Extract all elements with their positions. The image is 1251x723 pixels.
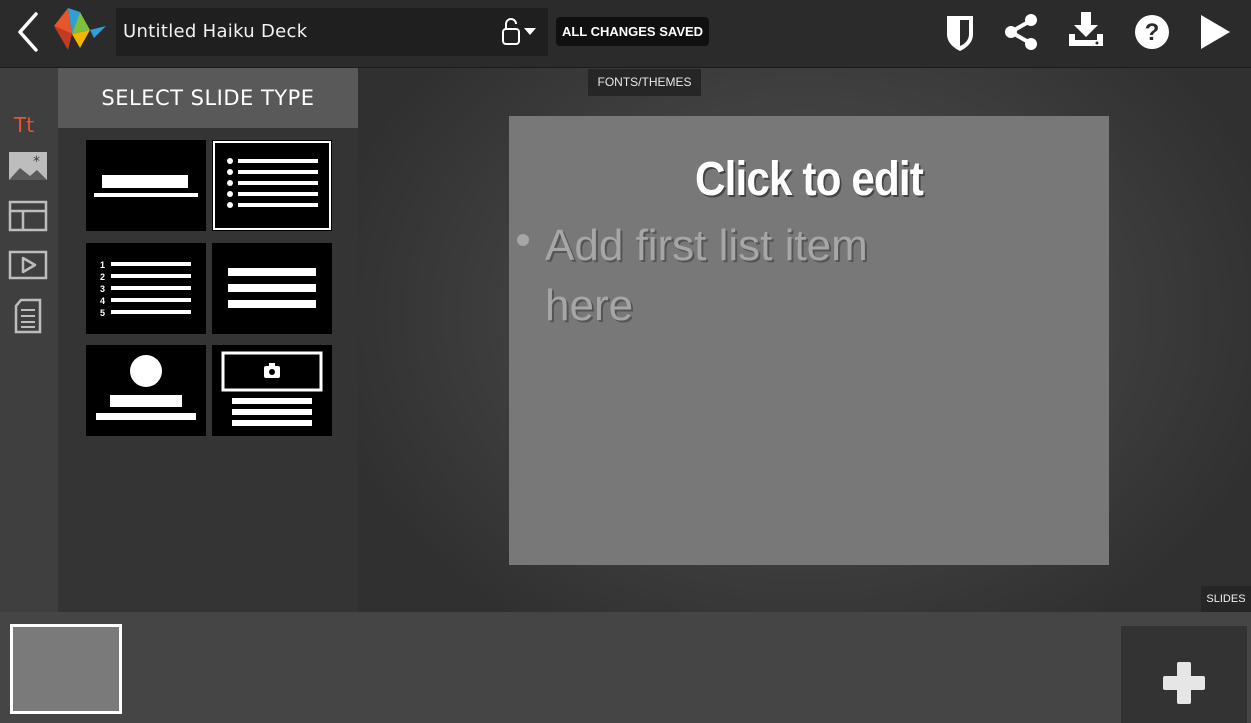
slide-thumbnail[interactable] [10,624,122,714]
text-tool-button[interactable]: Tt [6,104,50,144]
video-tool-button[interactable] [6,245,50,285]
slide-editor[interactable]: Click to edit Add first list item here [509,116,1109,565]
svg-text:Tt: Tt [13,113,34,137]
help-button[interactable]: ? [1130,10,1174,54]
image-icon: * [9,152,47,180]
slide-strip [0,612,1251,723]
privacy-dropdown-button[interactable] [500,16,548,48]
list-number: 1 [100,260,105,270]
slide-type-panel: SELECT SLIDE TYPE 1 2 3 4 5 [58,68,358,612]
title-layout-icon [94,175,198,197]
privacy-button[interactable] [938,10,982,54]
dropdown-caret-icon [524,28,536,35]
unlock-icon [502,18,536,45]
layout-tool-button[interactable] [6,196,50,236]
bullet-dot [517,234,529,246]
add-slide-button[interactable] [1121,626,1247,723]
text-icon: Tt [13,113,34,137]
photo-with-text-layout-option[interactable] [212,345,332,436]
numbered-list-layout-icon: 1 2 3 4 5 [100,260,191,318]
panel-title: SELECT SLIDE TYPE [58,68,358,128]
play-icon [1201,15,1230,49]
haiku-deck-logo [50,4,108,54]
text-lines-layout-option[interactable] [212,243,332,334]
save-status-badge: ALL CHANGES SAVED [556,17,709,46]
shield-icon [947,16,973,51]
photo-with-text-layout-icon [221,351,323,426]
back-button[interactable] [10,10,46,54]
slide-bullet-item[interactable]: Add first list item here [545,216,965,336]
plus-icon [1163,662,1205,704]
slide-title[interactable]: Click to edit [545,152,1073,207]
video-icon [8,250,48,280]
title-layout-option[interactable] [86,140,206,231]
back-chevron-icon [18,12,38,52]
deck-title[interactable]: Untitled Haiku Deck [123,21,307,42]
circle-image-layout-icon [96,355,196,420]
numbered-list-layout-option[interactable]: 1 2 3 4 5 [86,243,206,334]
list-number: 3 [100,284,105,294]
bullet-list-layout-icon [227,158,318,208]
fonts-themes-tab[interactable]: FONTS/THEMES [588,69,701,96]
deck-title-field[interactable]: Untitled Haiku Deck [116,8,548,56]
list-number: 5 [100,308,105,318]
svg-text:?: ? [1145,19,1160,46]
notes-tool-button[interactable] [6,296,50,336]
list-number: 4 [100,296,105,306]
bullet-list-layout-option[interactable] [212,140,332,231]
download-icon [1069,12,1103,46]
image-tool-button[interactable]: * [6,146,50,186]
download-button[interactable] [1064,10,1108,54]
text-lines-layout-icon [228,268,316,308]
circle-image-layout-option[interactable] [86,345,206,436]
play-button[interactable] [1194,10,1238,54]
notes-icon [14,298,42,334]
help-icon: ? [1135,15,1169,49]
layout-icon [8,200,48,232]
list-number: 2 [100,272,105,282]
share-icon [1005,14,1037,50]
svg-text:*: * [33,154,40,170]
slides-tab[interactable]: SLIDES [1201,586,1251,612]
left-tool-rail: Tt * [0,68,58,612]
top-bar: Untitled Haiku Deck ALL CHANGES SAVED ? [0,0,1251,68]
share-button[interactable] [999,10,1043,54]
